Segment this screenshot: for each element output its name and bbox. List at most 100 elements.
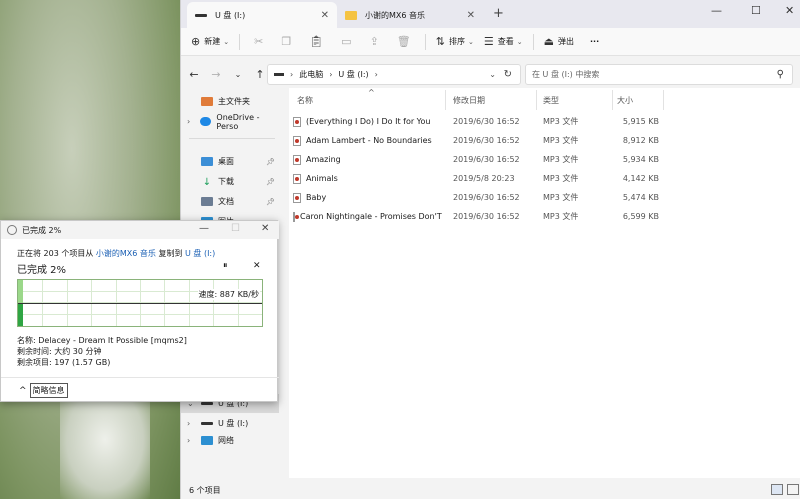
search-input[interactable]: 在 U 盘 (I:) 中搜索 ⚲	[525, 64, 793, 85]
close-tab-icon[interactable]: ✕	[467, 10, 475, 21]
eject-label: 弹出	[558, 37, 574, 46]
column-divider[interactable]	[612, 90, 613, 110]
speed-label: 速度: 887 KB/秒	[197, 289, 260, 300]
file-row[interactable]: Amazing 2019/6/30 16:52 MP3 文件 5,934 KB	[289, 150, 800, 169]
column-header-modified[interactable]: 修改日期	[453, 88, 537, 112]
maximize-button[interactable]: ☐	[751, 4, 761, 17]
dialog-minimize-button[interactable]: —	[199, 223, 209, 234]
nav-label: 文档	[218, 197, 234, 206]
thumbnail-view-icon[interactable]	[787, 484, 799, 495]
close-window-button[interactable]: ✕	[785, 4, 794, 17]
chevron-up-icon[interactable]: ^	[19, 386, 27, 396]
more-options-button[interactable]: ···	[590, 37, 599, 46]
file-list: ^ 名称 修改日期 类型 大小 (Everything I Do) I Do I…	[289, 88, 800, 478]
file-type: MP3 文件	[543, 193, 579, 202]
details-view-icon[interactable]	[771, 484, 783, 495]
chevron-right-icon[interactable]: ›	[187, 117, 196, 126]
toolbar-divider	[532, 33, 534, 50]
close-tab-icon[interactable]: ✕	[321, 10, 329, 21]
pin-icon: 📌︎	[266, 177, 275, 186]
column-header-name[interactable]: 名称	[297, 88, 447, 112]
less-details-button[interactable]: 简略信息	[29, 383, 68, 398]
new-label: 新建	[204, 37, 221, 46]
file-row[interactable]: (Everything I Do) I Do It for You 2019/6/…	[289, 112, 800, 131]
address-dropdown-icon[interactable]: ⌄	[489, 70, 496, 79]
rename-button[interactable]: ▭	[341, 35, 355, 48]
file-name-cell: Baby	[293, 188, 445, 207]
file-size: 5,474 KB	[622, 193, 659, 202]
dialog-close-button[interactable]: ✕	[261, 223, 269, 234]
new-button[interactable]: ⊕ 新建 ⌄	[191, 35, 229, 48]
column-label: 大小	[617, 95, 633, 105]
column-divider[interactable]	[536, 90, 537, 110]
sort-button[interactable]: ⇅ 排序 ⌄	[436, 35, 474, 48]
file-row[interactable]: Baby 2019/6/30 16:52 MP3 文件 5,474 KB	[289, 188, 800, 207]
file-name-cell: (Everything I Do) I Do It for You	[293, 112, 445, 131]
column-header-size[interactable]: 大小	[617, 88, 663, 112]
download-icon: ↓	[202, 177, 212, 188]
tab-music-folder[interactable]: 小谢的MX6 音乐 ✕	[337, 2, 483, 28]
copy-description: 正在将 203 个项目从 小谢的MX6 音乐 复制到 U 盘 (I:)	[17, 248, 215, 259]
nav-item-desktop[interactable]: 桌面 📌︎	[181, 152, 279, 171]
nav-label: 桌面	[218, 157, 234, 166]
cut-button[interactable]: ✂	[254, 35, 267, 48]
file-size: 6,599 KB	[622, 212, 659, 221]
nav-item-network[interactable]: › 网络	[181, 431, 279, 450]
rename-icon: ▭	[341, 35, 352, 48]
column-label: 名称	[297, 95, 313, 105]
nav-item-onedrive[interactable]: › OneDrive - Perso	[181, 112, 279, 131]
pause-button[interactable]: ⏸	[223, 261, 228, 271]
nav-item-home[interactable]: 主文件夹	[181, 92, 279, 111]
copy-button[interactable]: ❐	[281, 35, 295, 48]
progress-heading: 已完成 2%	[17, 265, 67, 276]
column-divider[interactable]	[445, 90, 446, 110]
nav-label: 主文件夹	[218, 97, 250, 106]
address-bar[interactable]: › 此电脑 › U 盘 (I:) › ⌄ ↻	[267, 64, 521, 85]
file-name: Adam Lambert - No Boundaries	[306, 136, 432, 145]
refresh-icon[interactable]: ↻	[504, 69, 512, 80]
view-button[interactable]: ☰ 查看 ⌄	[484, 35, 523, 48]
add-tab-icon[interactable]: +	[493, 6, 504, 21]
minimize-button[interactable]: —	[711, 4, 722, 17]
recent-locations-icon[interactable]: ⌄	[229, 70, 247, 79]
file-name-cell: Caron Nightingale - Promises Don'T ...	[293, 207, 445, 226]
home-icon	[201, 97, 213, 106]
file-type: MP3 文件	[543, 117, 579, 126]
file-name-cell: Amazing	[293, 150, 445, 169]
speed-history-fill	[18, 304, 23, 326]
source-folder-link[interactable]: 小谢的MX6 音乐	[96, 249, 156, 258]
chevron-right-icon[interactable]: ›	[187, 436, 197, 445]
breadcrumb-this-pc[interactable]: 此电脑	[299, 69, 323, 80]
delete-button[interactable]: 🗑︎	[397, 35, 415, 48]
file-type: MP3 文件	[543, 212, 579, 221]
eject-button[interactable]: ⏏ 弹出	[544, 35, 574, 48]
file-name: Amazing	[306, 155, 341, 164]
chevron-right-icon[interactable]: ›	[187, 419, 197, 428]
file-row[interactable]: Caron Nightingale - Promises Don'T ... 20…	[289, 207, 800, 226]
column-header-type[interactable]: 类型	[543, 88, 613, 112]
search-icon: ⚲	[776, 69, 784, 80]
file-row[interactable]: Animals 2019/5/8 20:23 MP3 文件 4,142 KB	[289, 169, 800, 188]
nav-item-documents[interactable]: 文档 📌︎	[181, 192, 279, 211]
column-divider[interactable]	[663, 90, 664, 110]
file-modified: 2019/6/30 16:52	[453, 117, 520, 126]
chevron-right-icon: ›	[374, 70, 378, 79]
file-name: (Everything I Do) I Do It for You	[306, 117, 431, 126]
sort-icon: ⇅	[435, 35, 445, 48]
nav-item-downloads[interactable]: ↓ 下载 📌︎	[181, 172, 279, 191]
tab-u-drive[interactable]: U 盘 (I:) ✕	[187, 2, 337, 28]
paste-button[interactable]: 📋︎	[309, 35, 327, 48]
tab-bar: U 盘 (I:) ✕ 小谢的MX6 音乐 ✕ + — ☐ ✕	[181, 0, 800, 28]
time-remaining: 剩余时间: 大约 30 分钟	[17, 347, 102, 356]
breadcrumb-drive[interactable]: U 盘 (I:)	[338, 69, 368, 80]
back-icon[interactable]: ←	[185, 68, 203, 81]
share-button[interactable]: ⇪	[370, 35, 383, 48]
mp3-file-icon	[293, 211, 299, 222]
share-icon: ⇪	[369, 35, 379, 48]
nav-divider	[189, 138, 275, 139]
forward-icon[interactable]: →	[207, 68, 225, 81]
cancel-copy-button[interactable]: ✕	[253, 261, 261, 271]
destination-link[interactable]: U 盘 (I:)	[185, 249, 215, 258]
drive-icon	[274, 73, 284, 76]
file-row[interactable]: Adam Lambert - No Boundaries 2019/6/30 16…	[289, 131, 800, 150]
